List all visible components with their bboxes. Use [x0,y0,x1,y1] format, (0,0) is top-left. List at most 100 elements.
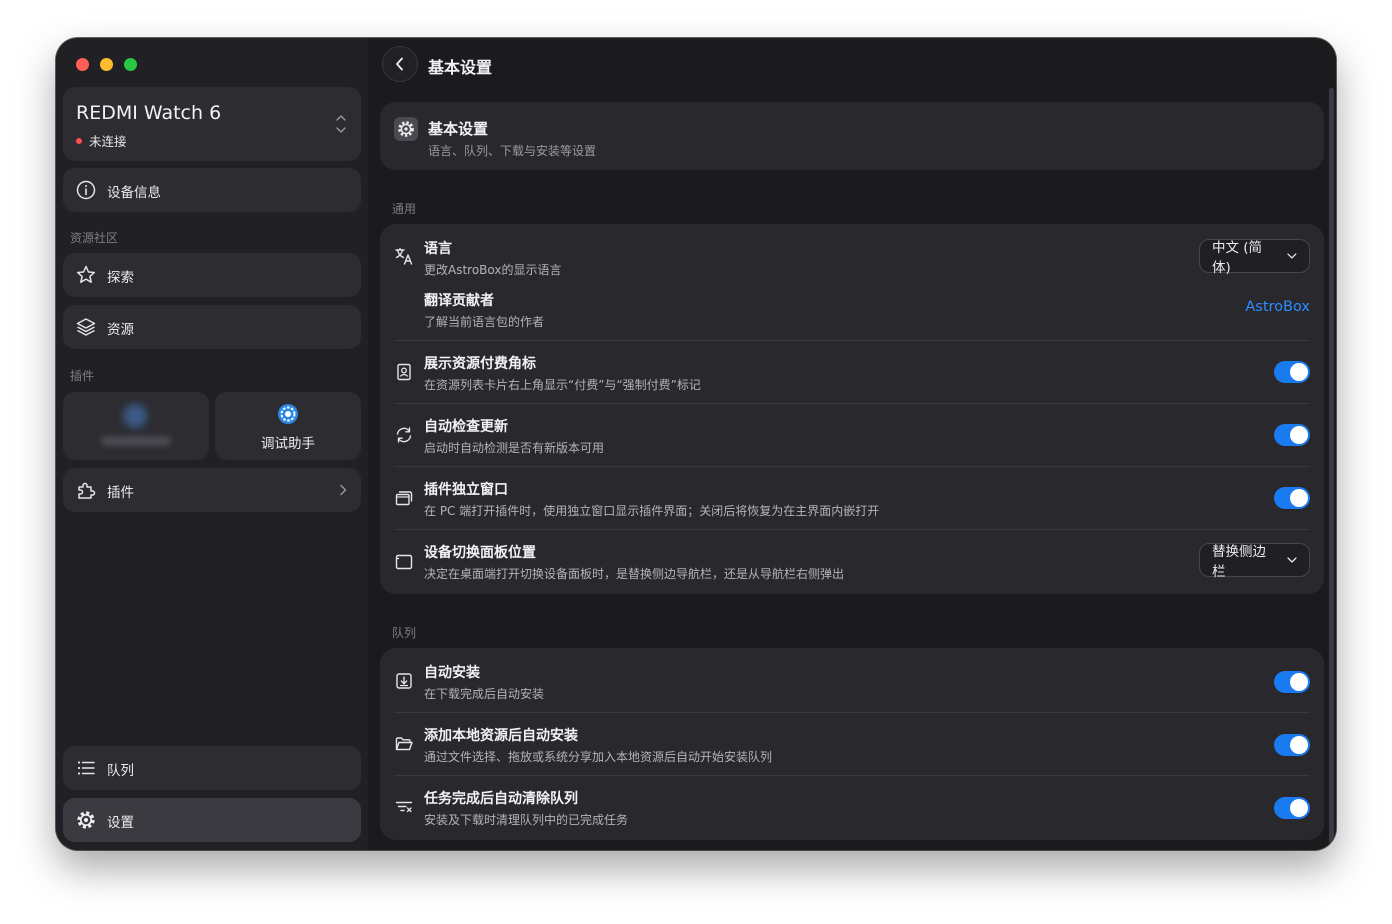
setting-description: 了解当前语言包的作者 [424,315,545,329]
info-icon [76,180,96,200]
setting-row-auto-update: 自动检查更新 启动时自动检测是否有新版本可用 [380,404,1324,466]
setting-title: 翻译贡献者 [424,293,494,309]
app-window: REDMI Watch 6 未连接 设备信息 资源社区 探索 资源 插件 调试助… [56,38,1336,850]
chevron-down-icon [1287,253,1297,259]
setting-title: 添加本地资源后自动安装 [424,728,578,744]
settings-header-icon [394,117,418,141]
install-icon [396,673,412,689]
setting-title: 自动安装 [424,665,480,681]
debug-gear-icon [278,404,298,424]
language-select-value: 中文 (简体) [1212,240,1263,276]
minimize-window-button[interactable] [100,58,113,71]
translators-link[interactable]: AstroBox [1245,299,1310,315]
main-scrollbar[interactable] [1329,88,1334,844]
setting-title: 任务完成后自动清除队列 [424,791,578,807]
setting-row-auto-clear-queue: 任务完成后自动清除队列 安装及下载时清理队列中的已完成任务 [380,776,1324,840]
setting-row-local-auto-install: 添加本地资源后自动安装 通过文件选择、拖放或系统分享加入本地资源后自动开始安装队… [380,713,1324,775]
paid-badge-toggle[interactable] [1274,361,1310,383]
plugin-tile-debug-helper[interactable]: 调试助手 [215,392,361,460]
auto-install-toggle[interactable] [1274,671,1310,693]
badge-icon [397,363,411,381]
list-icon [77,761,95,775]
setting-title: 语言 [424,241,452,257]
plugin-blurred-label [101,436,171,446]
translate-icon [395,247,413,265]
general-settings-panel: 语言 更改AstroBox的显示语言 中文 (简体) 翻译贡献者 了解当前语言包… [380,224,1324,594]
local-auto-install-toggle[interactable] [1274,734,1310,756]
sidebar-item-settings[interactable]: 设置 [63,798,361,842]
auto-update-toggle[interactable] [1274,424,1310,446]
cog-icon [398,121,414,137]
setting-description: 在资源列表卡片右上角显示“付费”与“强制付费”标记 [424,378,701,392]
star-icon [76,265,96,283]
clear-queue-icon [395,801,413,813]
section-label-community: 资源社区 [70,231,119,245]
chevron-right-icon [340,484,347,496]
language-select[interactable]: 中文 (简体) [1199,239,1310,276]
setting-title: 设备切换面板位置 [424,545,536,561]
chevron-up-down-icon [336,115,346,133]
sidebar-item-label: 资源 [107,322,134,338]
layers-icon [76,318,96,336]
settings-header-card: 基本设置 语言、队列、下载与安装等设置 [380,102,1324,170]
setting-title: 插件独立窗口 [424,482,508,498]
plugin-blurred-icon [123,404,147,428]
zoom-window-button[interactable] [124,58,137,71]
setting-row-device-panel: 设备切换面板位置 决定在桌面端打开切换设备面板时，是替换侧边导航栏，还是从导航栏… [380,530,1324,594]
plugin-window-toggle[interactable] [1274,487,1310,509]
panel-icon [395,554,413,570]
window-controls [76,58,137,71]
setting-description: 决定在桌面端打开切换设备面板时，是替换侧边导航栏，还是从导航栏右侧弹出 [424,567,845,581]
queue-settings-panel: 自动安装 在下载完成后自动安装 添加本地资源后自动安装 通过文件选择、拖放或系统… [380,648,1324,840]
setting-row-auto-install: 自动安装 在下载完成后自动安装 [380,648,1324,712]
status-dot-icon [76,137,82,144]
plugin-tile-blurred[interactable] [63,392,209,460]
auto-clear-queue-toggle[interactable] [1274,797,1310,819]
windows-icon [395,491,413,506]
sidebar-item-label: 队列 [107,763,134,779]
sidebar-item-plugins[interactable]: 插件 [63,468,361,512]
setting-title: 自动检查更新 [424,419,508,435]
device-status-label: 未连接 [89,134,127,149]
device-panel-select-value: 替换侧边栏 [1212,544,1266,580]
device-selector[interactable]: REDMI Watch 6 未连接 [63,87,361,161]
setting-description: 在下载完成后自动安装 [424,687,545,701]
setting-row-language: 语言 更改AstroBox的显示语言 中文 (简体) [380,224,1324,278]
sidebar-item-explore[interactable]: 探索 [63,253,361,297]
setting-row-plugin-window: 插件独立窗口 在 PC 端打开插件时，使用独立窗口显示插件界面；关闭后将恢复为在… [380,467,1324,529]
setting-title: 展示资源付费角标 [424,356,536,372]
sidebar-item-label: 设置 [107,815,134,831]
plugin-tile-label: 调试助手 [261,436,315,452]
setting-description: 通过文件选择、拖放或系统分享加入本地资源后自动开始安装队列 [424,750,773,764]
device-status: 未连接 [76,131,127,150]
back-button[interactable] [382,46,418,82]
setting-row-translators: 翻译贡献者 了解当前语言包的作者 AstroBox [380,278,1324,340]
chevron-down-icon [1287,557,1297,563]
close-window-button[interactable] [76,58,89,71]
group-label-general: 通用 [392,202,417,216]
setting-description: 在 PC 端打开插件时，使用独立窗口显示插件界面；关闭后将恢复为在主界面内嵌打开 [424,504,880,518]
setting-row-paid-badge: 展示资源付费角标 在资源列表卡片右上角显示“付费”与“强制付费”标记 [380,341,1324,403]
sidebar-item-label: 设备信息 [107,185,161,201]
sidebar-item-device-info[interactable]: 设备信息 [63,168,361,212]
sidebar-item-label: 探索 [107,270,134,286]
sidebar-item-resources[interactable]: 资源 [63,305,361,349]
setting-description: 安装及下载时清理队列中的已完成任务 [424,813,629,827]
sidebar-item-label: 插件 [107,485,134,501]
folder-icon [395,737,413,751]
refresh-icon [396,427,412,443]
chevron-left-icon [396,57,403,71]
setting-description: 更改AstroBox的显示语言 [424,263,562,277]
puzzle-icon [78,482,96,499]
settings-main: 基本设置 基本设置 语言、队列、下载与安装等设置 通用 语言 更改AstroBo… [368,38,1336,850]
group-label-queue: 队列 [392,626,417,640]
device-panel-select[interactable]: 替换侧边栏 [1199,543,1310,580]
sidebar-item-queue[interactable]: 队列 [63,746,361,790]
settings-header-title: 基本设置 [428,120,489,138]
setting-description: 启动时自动检测是否有新版本可用 [424,441,605,455]
device-name: REDMI Watch 6 [76,102,222,124]
gear-icon [77,811,95,829]
page-title: 基本设置 [428,58,493,77]
section-label-plugins: 插件 [70,369,95,383]
settings-header-description: 语言、队列、下载与安装等设置 [428,144,597,158]
